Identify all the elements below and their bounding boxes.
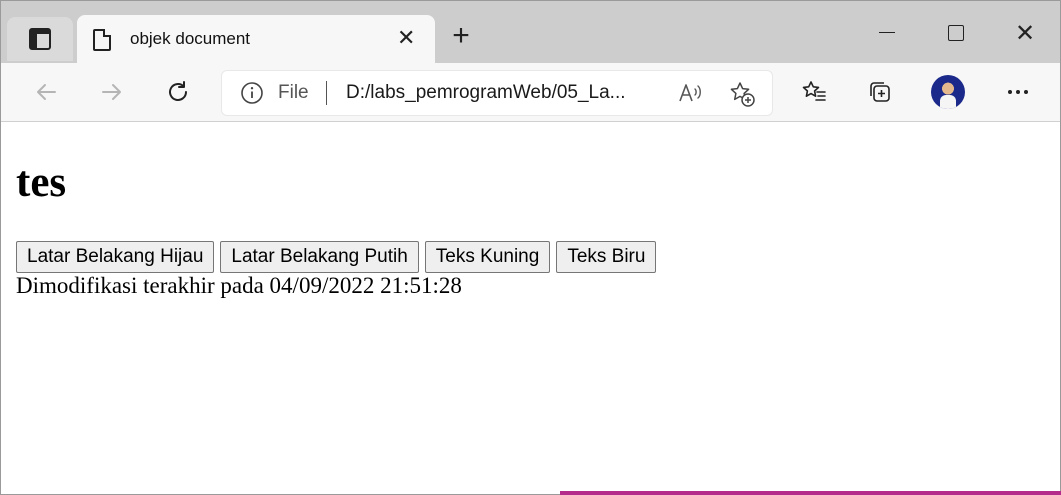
- star-add-icon[interactable]: [728, 80, 756, 108]
- scheme-label: File: [278, 82, 309, 103]
- new-tab-plus-icon[interactable]: +: [448, 21, 474, 51]
- minimize-icon[interactable]: [873, 19, 903, 49]
- close-window-icon[interactable]: ✕: [1010, 19, 1040, 49]
- green-background-button[interactable]: Latar Belakang Hijau: [16, 241, 215, 273]
- address-bar[interactable]: File D:/labs_pemrogramWeb/05_La...: [221, 70, 773, 116]
- button-row: Latar Belakang Hijau Latar Belakang Puti…: [16, 241, 657, 273]
- toolbar: File D:/labs_pemrogramWeb/05_La...: [1, 63, 1060, 122]
- white-background-button[interactable]: Latar Belakang Putih: [220, 241, 419, 273]
- collections-icon[interactable]: [863, 75, 897, 109]
- page-content: tes Latar Belakang Hijau Latar Belakang …: [1, 122, 1060, 494]
- url-text[interactable]: D:/labs_pemrogramWeb/05_La...: [346, 82, 626, 104]
- page-heading: tes: [16, 159, 67, 206]
- read-aloud-icon[interactable]: [677, 81, 703, 105]
- refresh-icon[interactable]: [161, 75, 195, 109]
- browser-window: objek document ✕ + ✕ File D:/labs_pemrog…: [0, 0, 1061, 495]
- back-arrow-icon[interactable]: [29, 75, 63, 109]
- profile-avatar[interactable]: [931, 75, 965, 109]
- tab-actions-icon[interactable]: [7, 17, 73, 61]
- favorites-icon[interactable]: [797, 75, 831, 109]
- more-icon[interactable]: [1001, 75, 1035, 109]
- address-separator: [326, 81, 327, 105]
- active-tab[interactable]: objek document ✕: [77, 15, 435, 63]
- forward-arrow-icon[interactable]: [95, 75, 129, 109]
- desktop-background-strip: [560, 491, 1061, 495]
- info-icon[interactable]: [240, 81, 264, 105]
- close-tab-icon[interactable]: ✕: [397, 27, 415, 49]
- tab-title: objek document: [130, 29, 251, 48]
- document-icon: [93, 29, 111, 51]
- last-modified-text: Dimodifikasi terakhir pada 04/09/2022 21…: [16, 273, 462, 298]
- blue-text-button[interactable]: Teks Biru: [556, 241, 657, 273]
- yellow-text-button[interactable]: Teks Kuning: [424, 241, 551, 273]
- tab-strip: objek document ✕ + ✕: [1, 1, 1060, 63]
- maximize-icon[interactable]: [941, 19, 971, 49]
